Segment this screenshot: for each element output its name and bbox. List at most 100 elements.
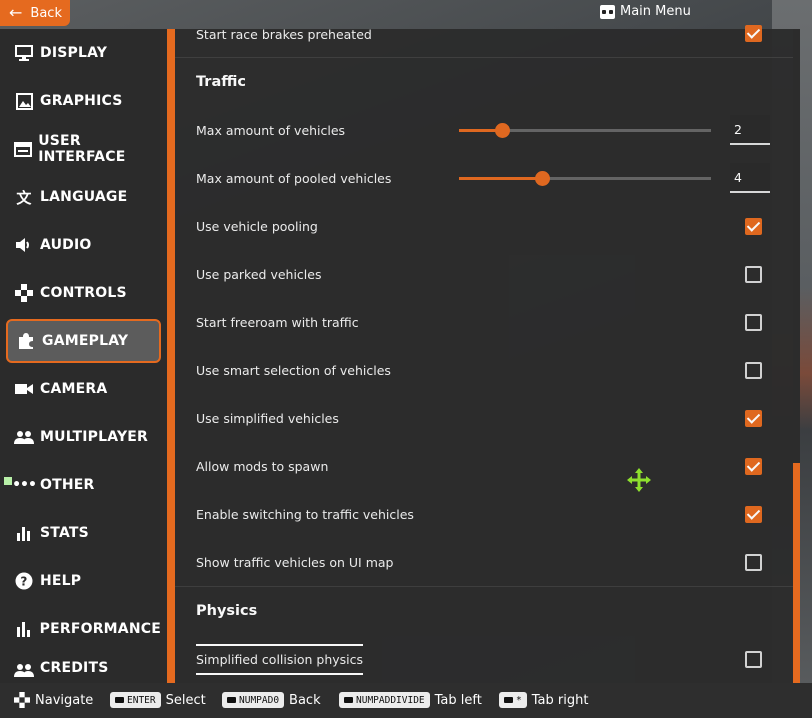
sidebar-item-label: AUDIO xyxy=(40,237,92,253)
mods-spawn-checkbox[interactable] xyxy=(745,458,762,475)
setting-label: Use simplified vehicles xyxy=(196,410,339,426)
key-label: ENTER xyxy=(127,694,156,706)
vehicle-pooling-checkbox[interactable] xyxy=(745,218,762,235)
setting-label: Simplified collision physics xyxy=(196,643,364,675)
switch-traffic-checkbox[interactable] xyxy=(745,506,762,523)
key-numpaddivide: NUMPADDIVIDE xyxy=(339,692,430,708)
sidebar-item-label: DISPLAY xyxy=(40,45,108,61)
freeroam-traffic-checkbox[interactable] xyxy=(745,314,762,331)
sidebar-item-controls[interactable]: CONTROLS xyxy=(6,273,161,313)
svg-text:?: ? xyxy=(20,575,27,589)
hint-label: Tab right xyxy=(531,692,589,708)
dpad-icon xyxy=(14,692,30,708)
setting-row-collision-physics[interactable]: Simplified collision physics xyxy=(196,635,776,683)
people-icon xyxy=(14,427,34,447)
sidebar-item-label: CREDITS xyxy=(40,660,109,676)
max-pooled-slider[interactable] xyxy=(459,171,711,186)
setting-label: Use smart selection of vehicles xyxy=(196,362,391,378)
sidebar-item-stats[interactable]: STATS xyxy=(6,513,161,553)
bar-chart-icon xyxy=(14,523,34,543)
hint-label: Select xyxy=(165,692,206,708)
parked-vehicles-checkbox[interactable] xyxy=(745,266,762,283)
sidebar-item-label: GAMEPLAY xyxy=(42,333,129,349)
setting-row-brakes-preheated[interactable]: Start race brakes preheated xyxy=(196,10,776,58)
hint-tab-left: NUMPADDIVIDE Tab left xyxy=(339,692,482,708)
more-icon: ••• xyxy=(12,477,37,493)
physics-section-title: Physics xyxy=(196,603,258,619)
sidebar-item-display[interactable]: DISPLAY xyxy=(6,33,161,73)
setting-row-parked-vehicles[interactable]: Use parked vehicles xyxy=(196,250,776,298)
sidebar-item-label: PERFORMANCE xyxy=(39,621,161,637)
setting-label: Max amount of vehicles xyxy=(196,122,346,138)
sidebar-item-gameplay[interactable]: GAMEPLAY xyxy=(6,319,161,363)
sidebar-accent xyxy=(167,29,175,683)
setting-row-simplified-vehicles[interactable]: Use simplified vehicles xyxy=(196,394,776,442)
back-button[interactable]: ← Back xyxy=(0,0,70,26)
sidebar-item-label: CONTROLS xyxy=(40,285,127,301)
key-asterisk: * xyxy=(499,692,527,708)
max-vehicles-input[interactable]: 2 xyxy=(730,115,770,145)
sidebar-item-user-interface[interactable]: USER INTERFACE xyxy=(6,129,161,169)
setting-row-vehicle-pooling[interactable]: Use vehicle pooling xyxy=(196,202,776,250)
max-pooled-input[interactable]: 4 xyxy=(730,163,770,193)
sidebar-item-camera[interactable]: CAMERA xyxy=(6,369,161,409)
hint-tab-right: * Tab right xyxy=(499,692,588,708)
setting-row-switch-traffic[interactable]: Enable switching to traffic vehicles xyxy=(196,490,776,538)
setting-label: Use vehicle pooling xyxy=(196,218,318,234)
key-enter: ENTER xyxy=(110,692,161,708)
key-label: * xyxy=(516,694,522,706)
help-icon: ? xyxy=(14,571,34,591)
sidebar-item-label: USER INTERFACE xyxy=(38,133,126,165)
hint-label: Navigate xyxy=(35,692,94,708)
sidebar-item-label: STATS xyxy=(40,525,89,541)
gamepad-icon xyxy=(14,283,34,303)
traffic-section-title: Traffic xyxy=(196,74,246,90)
sidebar-item-other[interactable]: ••• OTHER xyxy=(6,465,161,505)
sidebar-item-label: CAMERA xyxy=(40,381,108,397)
sidebar-item-audio[interactable]: AUDIO xyxy=(6,225,161,265)
slider-knob[interactable] xyxy=(535,171,550,186)
setting-label: Allow mods to spawn xyxy=(196,458,329,474)
smart-selection-checkbox[interactable] xyxy=(745,362,762,379)
sidebar-item-label: MULTIPLAYER xyxy=(40,429,149,445)
translate-icon: 文 xyxy=(16,188,32,207)
setting-row-freeroam-traffic[interactable]: Start freeroam with traffic xyxy=(196,298,776,346)
setting-label: Use parked vehicles xyxy=(196,266,322,282)
hint-label: Back xyxy=(289,692,321,708)
controller-hints-bar: Navigate ENTER Select NUMPAD0 Back NUMPA… xyxy=(0,683,812,718)
sidebar-item-performance[interactable]: PERFORMANCE xyxy=(6,609,161,649)
key-numpad0: NUMPAD0 xyxy=(222,692,285,708)
sidebar-item-credits[interactable]: CREDITS xyxy=(6,657,161,683)
ui-icon xyxy=(14,139,33,159)
gameplay-settings-panel: Start race brakes preheated Traffic Max … xyxy=(175,25,793,683)
setting-row-mods-spawn[interactable]: Allow mods to spawn xyxy=(196,442,776,490)
sidebar-item-graphics[interactable]: GRAPHICS xyxy=(6,81,161,121)
image-icon xyxy=(14,91,34,111)
key-label: NUMPAD0 xyxy=(239,694,280,706)
sidebar-item-label: HELP xyxy=(40,573,82,589)
sidebar-item-help[interactable]: ? HELP xyxy=(6,561,161,601)
setting-label: Max amount of pooled vehicles xyxy=(196,170,392,186)
section-divider xyxy=(175,586,793,587)
traffic-ui-map-checkbox[interactable] xyxy=(745,554,762,571)
keyboard-icon xyxy=(344,697,353,703)
brakes-preheated-checkbox[interactable] xyxy=(745,25,762,42)
collision-physics-checkbox[interactable] xyxy=(745,651,762,668)
setting-label: Start race brakes preheated xyxy=(196,26,372,42)
slider-knob[interactable] xyxy=(495,123,510,138)
move-cursor-icon xyxy=(626,467,652,493)
max-vehicles-slider[interactable] xyxy=(459,123,711,138)
credits-icon xyxy=(14,660,34,680)
sidebar-item-language[interactable]: 文 LANGUAGE xyxy=(6,177,161,217)
setting-label: Enable switching to traffic vehicles xyxy=(196,506,414,522)
setting-row-traffic-ui-map[interactable]: Show traffic vehicles on UI map xyxy=(196,538,776,586)
setting-label: Show traffic vehicles on UI map xyxy=(196,554,394,570)
simplified-vehicles-checkbox[interactable] xyxy=(745,410,762,427)
back-button-label: Back xyxy=(30,5,62,21)
section-divider xyxy=(175,57,793,58)
scrollbar-thumb[interactable] xyxy=(793,463,800,683)
sidebar-item-label: OTHER xyxy=(40,477,95,493)
setting-row-smart-selection[interactable]: Use smart selection of vehicles xyxy=(196,346,776,394)
hint-back: NUMPAD0 Back xyxy=(222,692,321,708)
sidebar-item-multiplayer[interactable]: MULTIPLAYER xyxy=(6,417,161,457)
